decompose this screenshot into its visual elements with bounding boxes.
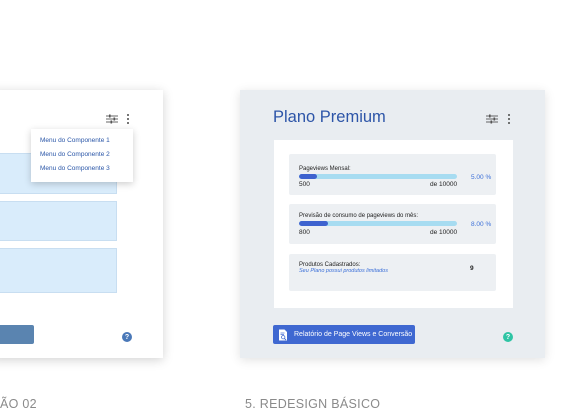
more-options-icon[interactable] [508, 114, 511, 124]
metric-label: Pageviews Mensal: [299, 166, 351, 172]
metric-row-pageviews: Pageviews Mensal: 500 de 10000 5.00 % [289, 154, 496, 195]
forecast-progress-fill [299, 221, 329, 226]
component-block-2 [0, 201, 117, 241]
previous-caption: ÃO 02 [0, 397, 37, 411]
previous-action-button[interactable] [0, 325, 34, 344]
pageviews-progress-fill [299, 174, 318, 179]
metric-limit-value: de 10000 [430, 229, 458, 236]
help-icon[interactable]: ? [122, 332, 132, 342]
redesign-caption: 5. REDESIGN BÁSICO [245, 397, 381, 411]
metric-label: Previsão de consumo de pageviews do mês: [299, 213, 419, 219]
report-button[interactable]: Relatório de Page Views e Conversão [273, 325, 415, 344]
metric-row-forecast: Previsão de consumo de pageviews do mês:… [289, 204, 496, 244]
metric-row-products: Produtos Cadastrados: Seu Plano possui p… [289, 254, 496, 291]
menu-item-2[interactable]: Menu do Componente 2 [40, 151, 110, 158]
metric-percent: 5.00 % [471, 174, 492, 181]
report-search-icon [279, 329, 287, 340]
metric-percent: 8.00 % [471, 221, 492, 228]
pageviews-progress-bar [299, 174, 457, 179]
menu-item-1[interactable]: Menu do Componente 1 [40, 137, 110, 144]
filter-icon[interactable] [486, 114, 498, 124]
metric-current-value: 500 [299, 181, 310, 188]
forecast-progress-bar [299, 221, 457, 226]
metric-current-value: 800 [299, 229, 310, 236]
filter-icon[interactable] [106, 114, 118, 124]
more-options-icon[interactable] [127, 114, 130, 124]
report-button-label: Relatório de Page Views e Conversão [294, 331, 413, 338]
menu-item-3[interactable]: Menu do Componente 3 [40, 165, 110, 172]
products-note: Seu Plano possui produtos limitados [299, 268, 388, 274]
metric-limit-value: de 10000 [430, 181, 458, 188]
component-menu-dropdown: Menu do Componente 1 Menu do Componente … [31, 129, 133, 182]
plan-title: Plano Premium [273, 108, 386, 126]
component-block-3 [0, 248, 117, 293]
help-icon[interactable]: ? [503, 332, 513, 342]
products-value: 9 [470, 265, 474, 272]
